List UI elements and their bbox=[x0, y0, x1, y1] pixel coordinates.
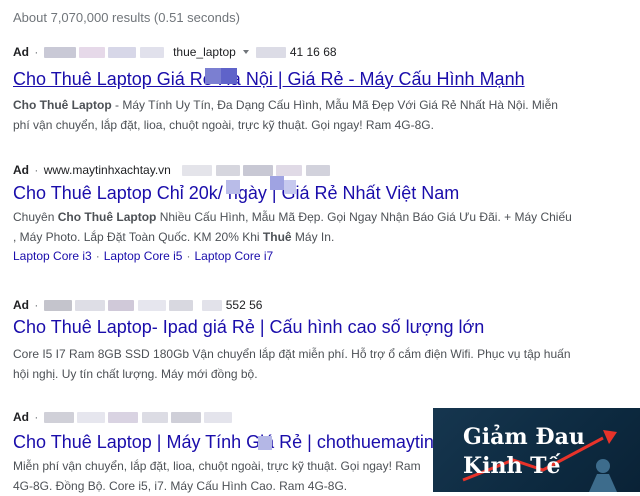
separator-dot: · bbox=[34, 410, 39, 424]
blurred-url bbox=[75, 300, 106, 312]
desc-bold: Thuê bbox=[262, 230, 292, 244]
blurred-url bbox=[43, 412, 74, 424]
ad-description: Miễn phí vận chuyển, lắp đặt, lioa, chuộ… bbox=[13, 459, 421, 493]
ad-description: Core I5 I7 Ram 8GB SSD 180Gb Vận chuyển … bbox=[13, 347, 571, 381]
ad-result-3: Ad · 552 56 Cho Thuê Laptop- Ipad giá Rẻ… bbox=[13, 297, 613, 384]
blurred-url bbox=[276, 165, 303, 177]
ad-description: Cho Thuê Laptop - Máy Tính Uy Tín, Đa Dạ… bbox=[13, 95, 573, 135]
ad-title-link[interactable]: Cho Thuê Laptop Giá Rẻ Hà Nội | Giá Rẻ -… bbox=[13, 67, 613, 91]
ad-result-2: Ad · www.maytinhxachtay.vn Cho Thuê Lapt… bbox=[13, 162, 613, 263]
ad-phone[interactable]: 41 16 68 bbox=[290, 45, 337, 59]
blurred-url bbox=[171, 412, 202, 424]
blurred-url bbox=[108, 300, 135, 312]
blurred-url bbox=[108, 412, 139, 424]
caret-down-icon[interactable] bbox=[243, 50, 250, 55]
blurred-url bbox=[204, 412, 233, 424]
separator-dot: · bbox=[34, 163, 39, 177]
blurred-url bbox=[182, 165, 213, 177]
chart-arrow-icon bbox=[462, 430, 617, 492]
pixel-mask bbox=[226, 180, 240, 194]
ad-header: Ad · www.maytinhxachtay.vn bbox=[13, 162, 613, 178]
ad-url[interactable]: www.maytinhxachtay.vn bbox=[44, 163, 171, 177]
sitelink-core-i7[interactable]: Laptop Core i7 bbox=[194, 249, 273, 263]
blurred-url bbox=[305, 165, 330, 177]
ad-label: Ad bbox=[13, 45, 29, 59]
ad-result-1: Ad · thue_laptop 41 16 68 Cho Thuê Lapto… bbox=[13, 44, 613, 135]
sitelink-core-i5[interactable]: Laptop Core i5 bbox=[104, 249, 183, 263]
pixel-mask bbox=[270, 176, 284, 190]
ad-label: Ad bbox=[13, 298, 29, 312]
separator-dot: · bbox=[95, 249, 100, 263]
blurred-url bbox=[79, 47, 106, 59]
separator-dot: · bbox=[34, 45, 39, 59]
desc-bold: Cho Thuê Laptop bbox=[13, 98, 112, 112]
pixel-mask bbox=[205, 68, 221, 84]
desc-text: Chuyên bbox=[13, 210, 58, 224]
ad-phone[interactable]: 552 56 bbox=[226, 298, 263, 312]
blurred-url bbox=[215, 165, 240, 177]
ad-label: Ad bbox=[13, 410, 29, 424]
pixel-mask bbox=[284, 180, 296, 194]
ad-header: Ad · 552 56 bbox=[13, 297, 613, 313]
desc-bold: Cho Thuê Laptop bbox=[57, 210, 157, 224]
separator-dot: · bbox=[34, 298, 39, 312]
pixel-mask bbox=[258, 436, 272, 450]
ad-label: Ad bbox=[13, 163, 29, 177]
sitelink-core-i3[interactable]: Laptop Core i3 bbox=[13, 249, 92, 263]
blurred-url bbox=[169, 300, 194, 312]
separator-dot: · bbox=[186, 249, 191, 263]
results-stats: About 7,070,000 results (0.51 seconds) bbox=[13, 10, 240, 25]
giam-dau-kinh-te-logo: Giảm Đau Kinh Tế bbox=[433, 408, 640, 492]
blurred-url bbox=[108, 47, 137, 59]
ad-title-link[interactable]: Cho Thuê Laptop- Ipad giá Rẻ | Cấu hình … bbox=[13, 315, 613, 339]
logo-line-2: Kinh Tế bbox=[463, 453, 561, 479]
blurred-url bbox=[43, 300, 72, 312]
ad-header: Ad · thue_laptop 41 16 68 bbox=[13, 44, 613, 60]
blurred-phone bbox=[256, 47, 287, 59]
sitelinks: Laptop Core i3 · Laptop Core i5 · Laptop Cor… bbox=[13, 249, 613, 263]
blurred-url bbox=[141, 412, 168, 424]
ad-title-link[interactable]: Cho Thuê Laptop Chỉ 20k/ ngày | Giá Rẻ N… bbox=[13, 181, 613, 205]
ad-url[interactable]: thue_laptop bbox=[173, 45, 236, 59]
blurred-url bbox=[137, 300, 166, 312]
pixel-mask bbox=[221, 68, 237, 84]
ad-description: Chuyên Cho Thuê Laptop Nhiều Cấu Hình, M… bbox=[13, 207, 573, 247]
desc-text: Máy In. bbox=[291, 230, 335, 244]
blurred-phone bbox=[202, 300, 223, 312]
logo-line-1: Giảm Đau bbox=[463, 424, 585, 450]
blurred-url bbox=[77, 412, 106, 424]
blurred-url bbox=[139, 47, 164, 59]
blurred-url bbox=[43, 47, 76, 59]
blurred-url bbox=[242, 165, 273, 177]
